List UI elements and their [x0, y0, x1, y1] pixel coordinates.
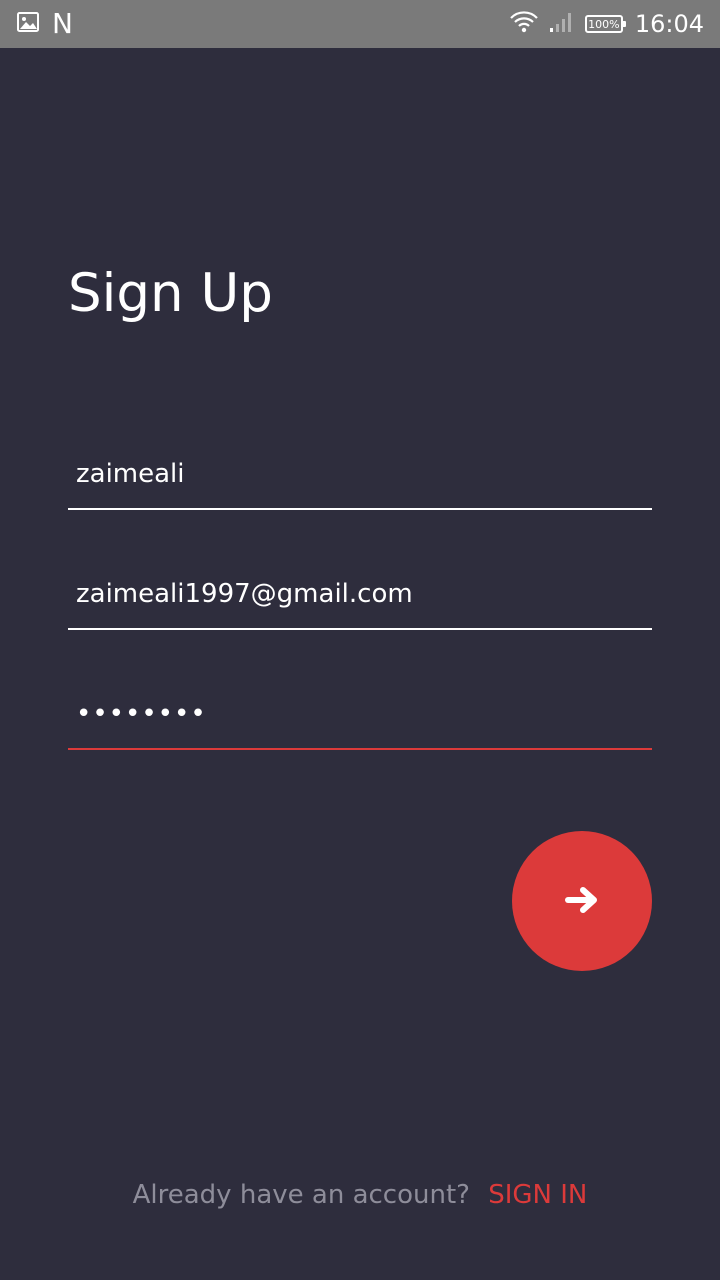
status-bar: N 100% 16:04: [0, 0, 720, 48]
password-field[interactable]: [68, 680, 652, 750]
signin-prompt: Already have an account? SIGN IN: [0, 1180, 720, 1210]
email-field[interactable]: [68, 560, 652, 630]
image-icon: [16, 10, 40, 39]
status-bar-left: N: [16, 0, 73, 48]
submit-button[interactable]: [512, 831, 652, 971]
arrow-right-icon: [565, 885, 599, 918]
signal-icon: [549, 10, 575, 39]
n-icon: N: [52, 7, 73, 40]
page-title: Sign Up: [68, 263, 273, 324]
battery-icon: 100%: [584, 15, 626, 33]
clock: 16:04: [634, 10, 704, 38]
username-field[interactable]: [68, 440, 652, 510]
status-bar-right: 100% 16:04: [509, 0, 704, 48]
wifi-icon: [509, 10, 539, 39]
signin-link[interactable]: SIGN IN: [488, 1180, 587, 1210]
signin-prompt-text: Already have an account?: [132, 1180, 470, 1210]
